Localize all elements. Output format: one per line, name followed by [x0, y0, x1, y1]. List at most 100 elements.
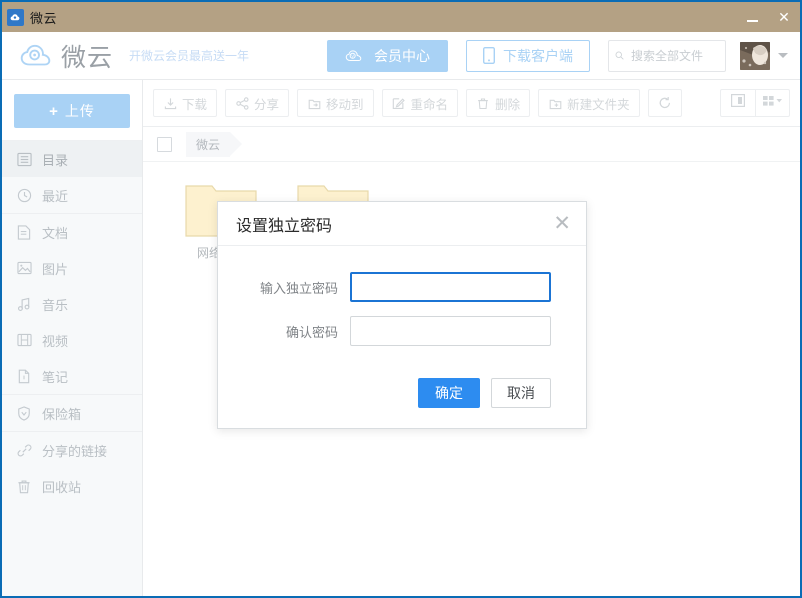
move-icon [307, 96, 321, 110]
sidebar-item-safebox[interactable]: 保险箱 [2, 395, 142, 431]
dialog-title: 设置独立密码 [236, 212, 553, 236]
sidebar-label: 文档 [42, 223, 68, 242]
avatar[interactable] [740, 42, 770, 70]
set-password-dialog: 设置独立密码 ✕ 输入独立密码 确认密码 确定 取消 [217, 201, 587, 429]
share-button[interactable]: 分享 [225, 89, 289, 117]
sidebar-label: 目录 [42, 150, 68, 169]
sidebar-label: 视频 [42, 331, 68, 350]
confirm-password-label: 确认密码 [228, 322, 338, 341]
app-header: 微云 开微云会员最高送一年 V 会员中心 下载客户端 [2, 32, 800, 80]
new-folder-button[interactable]: 新建文件夹 [538, 89, 640, 117]
password-input[interactable] [350, 272, 551, 302]
trash-icon [15, 477, 33, 495]
minimize-button[interactable] [736, 2, 768, 32]
close-icon[interactable]: ✕ [553, 213, 571, 234]
vip-center-button[interactable]: V 会员中心 [327, 40, 448, 72]
trash-icon [476, 96, 490, 110]
chevron-down-icon [778, 53, 788, 58]
sidebar-item-documents[interactable]: 文档 [2, 214, 142, 250]
user-menu[interactable] [740, 42, 788, 70]
dialog-footer: 确定 取消 [218, 368, 586, 428]
sidebar-group-1: 目录 最近 [2, 141, 142, 214]
sidebar-label: 音乐 [42, 295, 68, 314]
refresh-button[interactable] [648, 89, 682, 117]
sidebar-item-pictures[interactable]: 图片 [2, 250, 142, 286]
move-to-button[interactable]: 移动到 [297, 89, 374, 117]
shield-icon [15, 404, 33, 422]
search-box[interactable] [608, 40, 726, 72]
upload-button[interactable]: + 上传 [14, 94, 130, 128]
sidebar-item-music[interactable]: 音乐 [2, 286, 142, 322]
sidebar-label: 笔记 [42, 367, 68, 386]
download-button[interactable]: 下载 [153, 89, 217, 117]
delete-button[interactable]: 删除 [466, 89, 530, 117]
svg-text:V: V [351, 54, 354, 59]
confirm-password-input[interactable] [350, 316, 551, 346]
cancel-button[interactable]: 取消 [491, 378, 551, 408]
password-label: 输入独立密码 [228, 278, 338, 297]
document-icon [15, 223, 33, 241]
note-icon [15, 367, 33, 385]
dialog-header: 设置独立密码 ✕ [218, 202, 586, 246]
vip-center-label: 会员中心 [374, 46, 430, 66]
toolbar-label: 分享 [254, 94, 279, 113]
sidebar-item-shared-links[interactable]: 分享的链接 [2, 432, 142, 468]
toolbar-label: 删除 [495, 94, 520, 113]
list-view-button[interactable] [721, 90, 755, 116]
sidebar-item-notes[interactable]: 笔记 [2, 358, 142, 394]
new-folder-icon [548, 96, 562, 110]
password-row: 输入独立密码 [228, 272, 551, 302]
download-icon [163, 96, 177, 110]
confirm-button[interactable]: 确定 [418, 378, 480, 408]
vip-cloud-icon: V [345, 48, 367, 63]
search-input[interactable] [629, 48, 719, 64]
toolbar: 下载 分享 移动到 重 [143, 80, 800, 127]
cloud-icon [7, 9, 24, 26]
music-icon [15, 295, 33, 313]
download-client-label: 下载客户端 [503, 46, 573, 66]
sidebar-label: 回收站 [42, 477, 81, 496]
title-bar: 微云 ✕ [2, 2, 800, 32]
upload-label: 上传 [65, 101, 95, 121]
brand-logo[interactable]: 微云 [20, 38, 113, 74]
clock-icon [15, 186, 33, 204]
grid-view-icon [763, 94, 783, 112]
promo-text: 开微云会员最高送一年 [129, 47, 249, 64]
toolbar-label: 重命名 [411, 94, 449, 113]
sidebar-item-recycle-bin[interactable]: 回收站 [2, 468, 142, 504]
confirm-password-row: 确认密码 [228, 316, 551, 346]
app-window: 微云 ✕ 微云 开微云会员最高送一年 V 会员中心 [0, 0, 802, 598]
link-icon [15, 441, 33, 459]
list-icon [15, 150, 33, 168]
sidebar: + 上传 目录 最近 [2, 80, 143, 596]
breadcrumb-item-root[interactable]: 微云 [186, 132, 230, 157]
breadcrumb-bar: 微云 [143, 127, 800, 162]
toolbar-label: 新建文件夹 [567, 94, 630, 113]
toolbar-label: 下载 [182, 94, 207, 113]
sidebar-item-videos[interactable]: 视频 [2, 322, 142, 358]
sidebar-item-recent[interactable]: 最近 [2, 177, 142, 213]
sidebar-label: 最近 [42, 186, 68, 205]
sidebar-item-directory[interactable]: 目录 [2, 141, 142, 177]
sidebar-label: 分享的链接 [42, 441, 107, 460]
close-button[interactable]: ✕ [768, 2, 800, 32]
brand-name: 微云 [61, 38, 113, 74]
upload-zone: + 上传 [2, 80, 142, 141]
download-client-button[interactable]: 下载客户端 [466, 40, 590, 72]
sidebar-group-4: 分享的链接 回收站 [2, 432, 142, 504]
list-view-icon [731, 94, 745, 112]
grid-view-button[interactable] [755, 90, 789, 116]
avatar-image [740, 42, 770, 70]
select-all-checkbox[interactable] [157, 137, 172, 152]
window-title: 微云 [30, 8, 57, 27]
sidebar-label: 保险箱 [42, 404, 81, 423]
share-icon [235, 96, 249, 110]
video-icon [15, 331, 33, 349]
close-icon: ✕ [778, 10, 790, 24]
minimize-icon [747, 20, 758, 22]
sidebar-group-3: 保险箱 [2, 395, 142, 432]
cloud-logo-icon [20, 43, 54, 69]
rename-button[interactable]: 重命名 [382, 89, 459, 117]
image-icon [15, 259, 33, 277]
dialog-body: 输入独立密码 确认密码 [218, 246, 586, 368]
